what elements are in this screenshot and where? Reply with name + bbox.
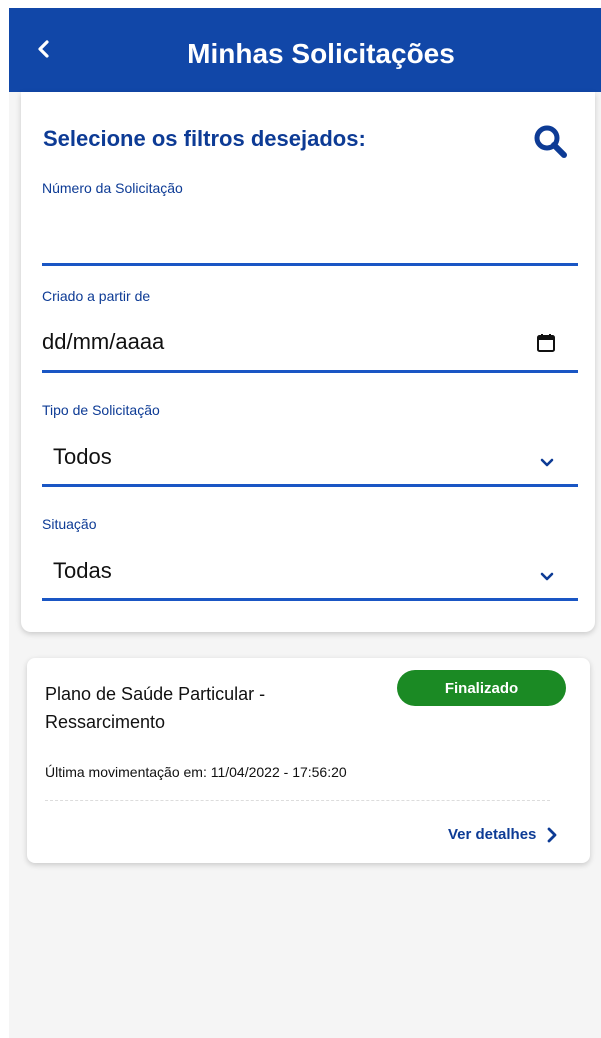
- status-filter-label: Situação: [42, 516, 97, 532]
- created-from-date-input[interactable]: dd/mm/aaaa: [42, 329, 164, 355]
- search-button[interactable]: [531, 122, 571, 162]
- page-title: Minhas Solicitações: [187, 38, 455, 69]
- request-number-label: Número da Solicitação: [42, 180, 183, 196]
- request-card: Plano de Saúde Particular - Ressarciment…: [27, 658, 590, 863]
- status-filter-dropdown[interactable]: [537, 566, 557, 586]
- request-type-select[interactable]: Todos: [53, 444, 112, 470]
- search-icon: [531, 125, 571, 166]
- calendar-button[interactable]: [535, 332, 557, 354]
- view-details-link[interactable]: Ver detalhes: [448, 826, 558, 843]
- view-details-label: Ver detalhes: [448, 826, 537, 843]
- request-type-label: Tipo de Solicitação: [42, 402, 160, 418]
- last-update-text: Última movimentação em: 11/04/2022 - 17:…: [45, 764, 347, 780]
- chevron-right-icon: [546, 827, 558, 843]
- status-badge: Finalizado: [397, 670, 566, 706]
- request-type-dropdown[interactable]: [537, 452, 557, 472]
- app-header: Minhas Solicitações: [9, 8, 601, 92]
- request-number-underline: [42, 263, 578, 266]
- filter-card: Selecione os filtros desejados: Número d…: [21, 92, 595, 632]
- screen: Minhas Solicitações Selecione os filtros…: [9, 8, 601, 1038]
- card-divider: [45, 800, 550, 801]
- filter-heading: Selecione os filtros desejados:: [43, 126, 366, 151]
- chevron-down-icon: [537, 458, 557, 476]
- status-filter-select[interactable]: Todas: [53, 558, 112, 584]
- created-from-underline: [42, 370, 578, 373]
- created-from-label: Criado a partir de: [42, 288, 151, 304]
- request-type-underline: [42, 484, 578, 487]
- request-number-input[interactable]: [42, 222, 578, 252]
- calendar-icon: [535, 334, 557, 358]
- chevron-down-icon: [537, 572, 557, 590]
- status-filter-underline: [42, 598, 578, 601]
- request-title: Plano de Saúde Particular - Ressarciment…: [45, 684, 266, 732]
